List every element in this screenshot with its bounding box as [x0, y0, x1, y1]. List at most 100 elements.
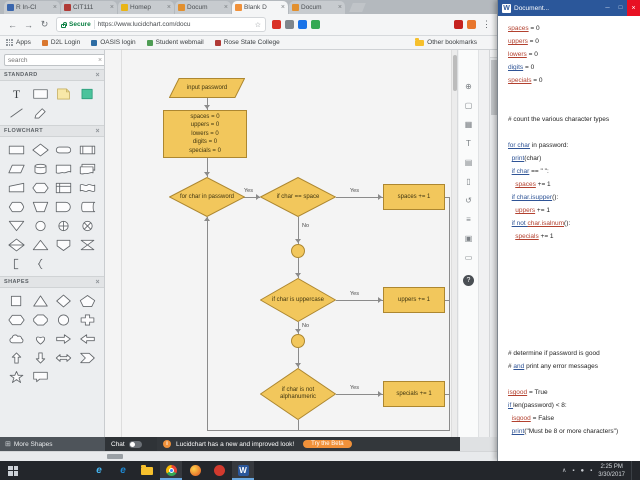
close-button[interactable]: × — [627, 0, 640, 16]
shape-arrow-up[interactable] — [7, 349, 27, 366]
taskbar-app-internet-explorer[interactable]: e — [88, 461, 110, 480]
toolbar-icon-zoom[interactable]: ▢ — [465, 101, 473, 110]
tab-close-icon[interactable]: × — [110, 4, 114, 11]
tray-icon[interactable]: ▪ — [590, 468, 592, 474]
bookmark-star-icon[interactable]: ☆ — [255, 21, 261, 29]
library-close-icon[interactable]: × — [96, 72, 101, 79]
other-bookmarks-folder[interactable]: Other bookmarks — [415, 37, 477, 46]
canvas-vscroll-thumb[interactable] — [453, 55, 457, 91]
extension-icon-orange[interactable] — [467, 20, 476, 29]
browser-tab-5[interactable]: Docum × — [289, 1, 345, 14]
search-input[interactable] — [4, 54, 104, 66]
library-close-icon[interactable]: × — [96, 128, 101, 135]
shape-brace[interactable] — [30, 255, 50, 272]
toolbar-icon-shape-library[interactable]: ▣ — [465, 234, 473, 243]
toolbar-icon-text[interactable]: T — [466, 139, 471, 148]
library-header-standard[interactable]: STANDARD × — [0, 69, 104, 81]
forward-button[interactable]: → — [22, 20, 35, 30]
taskbar-app-edge[interactable]: e — [112, 461, 134, 480]
node-add_upper[interactable]: uppers += 1 — [383, 287, 445, 313]
more-shapes-button[interactable]: ⊞ More Shapes — [0, 437, 105, 451]
node-add_special[interactable]: specials += 1 — [383, 381, 445, 407]
shape-data[interactable] — [7, 160, 27, 177]
shape-paper-tape[interactable] — [77, 179, 97, 196]
shape-text[interactable]: T — [7, 85, 27, 102]
toolbar-icon-page[interactable]: ▯ — [466, 177, 470, 186]
browser-tab-1[interactable]: CIT111 × — [61, 1, 117, 14]
tray-icon[interactable]: ▪ — [572, 468, 574, 474]
maximize-button[interactable]: □ — [614, 0, 627, 16]
extension-icon-3[interactable] — [298, 20, 307, 29]
node-conn2[interactable] — [291, 334, 305, 348]
shape-predefined-process[interactable] — [77, 141, 97, 158]
bookmark-item-3[interactable]: Rose State College — [214, 39, 280, 46]
node-init[interactable]: spaces = 0 uppers = 0 lowers = 0 digits = 0… — [163, 110, 247, 158]
browser-tab-3[interactable]: Docum × — [175, 1, 231, 14]
node-conn1[interactable] — [291, 244, 305, 258]
tab-close-icon[interactable]: × — [167, 4, 171, 11]
apps-shortcut[interactable]: Apps — [6, 39, 31, 46]
shape-cloud[interactable] — [7, 330, 27, 347]
tray-icon[interactable]: ● — [581, 468, 585, 474]
shape-heart[interactable] — [30, 330, 50, 347]
canvas-vscrollbar[interactable] — [451, 50, 457, 437]
shape-pentagon[interactable] — [77, 292, 97, 309]
taskbar-app-word[interactable]: W — [232, 461, 254, 480]
url-box[interactable]: Secure https://www.lucidchart.com/docu ☆ — [56, 17, 266, 32]
scroll-up-button[interactable] — [490, 50, 497, 58]
back-button[interactable]: ← — [6, 20, 19, 30]
shape-internal-storage[interactable] — [54, 179, 74, 196]
toolbar-icon-layers[interactable]: ≡ — [466, 215, 471, 224]
shape-delay[interactable] — [54, 198, 74, 215]
shape-terminator[interactable] — [54, 141, 74, 158]
canvas[interactable]: Yes Yes No Yes No Yes input password spaces = 0… — [105, 50, 458, 437]
node-if_space[interactable]: if char == space — [260, 177, 336, 217]
taskbar-app-firefox[interactable] — [184, 461, 206, 480]
shape-square[interactable] — [7, 292, 27, 309]
browser-tab-2[interactable]: Homep × — [118, 1, 174, 14]
node-loop[interactable]: for char in password — [169, 177, 245, 217]
page-scrollbar[interactable] — [489, 50, 497, 437]
browser-tab-0[interactable]: R In-Cl × — [4, 1, 60, 14]
node-input[interactable]: input password — [169, 78, 245, 98]
tab-close-icon[interactable]: × — [338, 4, 342, 11]
bookmark-item-2[interactable]: Student webmail — [146, 39, 204, 46]
shape-or-junction[interactable] — [54, 217, 74, 234]
toolbar-icon-grid[interactable]: ▦ — [465, 120, 473, 129]
shape-arrow-left[interactable] — [77, 330, 97, 347]
browser-tab-4[interactable]: Blank D × — [232, 1, 288, 14]
shape-pen[interactable] — [30, 104, 50, 121]
shape-octagon[interactable] — [30, 311, 50, 328]
library-close-icon[interactable]: × — [96, 279, 101, 286]
canvas-hscroll-thumb[interactable] — [107, 454, 123, 459]
taskbar-app-chrome[interactable] — [160, 461, 182, 480]
toolbar-icon-sticky-note[interactable]: ▤ — [465, 158, 473, 167]
node-add_space[interactable]: spaces += 1 — [383, 184, 445, 210]
shape-sort[interactable] — [7, 236, 27, 253]
taskbar-app-opera[interactable] — [208, 461, 230, 480]
shape-cross[interactable] — [77, 311, 97, 328]
shape-decision[interactable] — [30, 141, 50, 158]
shape-connector[interactable] — [30, 217, 50, 234]
start-button[interactable] — [0, 461, 26, 480]
shape-circle[interactable] — [54, 311, 74, 328]
shape-manual-input[interactable] — [7, 179, 27, 196]
extension-icon-red[interactable] — [454, 20, 463, 29]
shape-arrow-down[interactable] — [30, 349, 50, 366]
node-if_alnum[interactable]: if char is not alphanumeric — [260, 368, 336, 420]
minimize-button[interactable]: ─ — [601, 0, 614, 16]
library-header-flowchart[interactable]: FLOWCHART × — [0, 125, 104, 137]
taskbar-app-file-explorer[interactable] — [136, 461, 158, 480]
tab-close-icon[interactable]: × — [53, 4, 57, 11]
toolbar-icon-comments[interactable]: ▭ — [465, 253, 473, 262]
word-titlebar[interactable]: W Document... ─ □ × — [498, 0, 640, 16]
shape-arrow-right[interactable] — [54, 330, 74, 347]
shape-off-page-connector[interactable] — [54, 236, 74, 253]
help-button[interactable]: ? — [463, 275, 474, 286]
toolbar-icon-pan[interactable]: ⊕ — [465, 82, 472, 91]
show-desktop-button[interactable] — [631, 461, 635, 480]
reload-button[interactable]: ↻ — [38, 19, 51, 30]
shape-preparation[interactable] — [30, 179, 50, 196]
shape-display[interactable] — [7, 198, 27, 215]
bookmark-item-1[interactable]: OASIS login — [91, 39, 136, 46]
